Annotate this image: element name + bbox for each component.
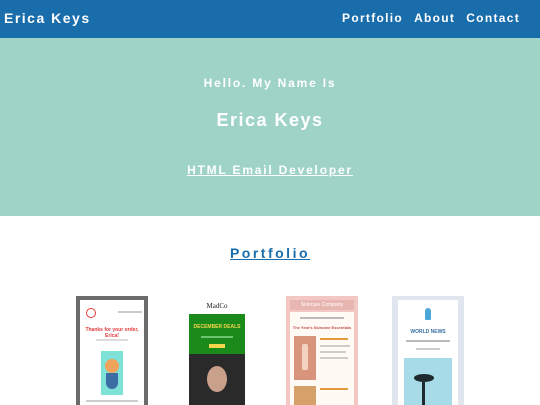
text-line (406, 340, 450, 342)
product-image (101, 351, 123, 395)
text-line (320, 345, 350, 347)
portfolio-item-deals[interactable]: MadCo DECEMBER DEALS (181, 296, 253, 405)
text-line (416, 348, 440, 350)
cta-button (209, 344, 225, 348)
palm-tree-icon (422, 378, 425, 405)
hero-greeting: Hello. My Name Is (203, 76, 337, 90)
skincare-brand: Skincare Company (300, 302, 344, 308)
pin-icon (425, 308, 431, 320)
model-photo (189, 354, 245, 405)
hero-name: Erica Keys (216, 110, 324, 130)
portfolio-item-order[interactable]: Thanks for your order, Erica! (76, 296, 148, 405)
text-line (320, 351, 346, 353)
palm-leaves (414, 374, 434, 382)
order-headline: Thanks for your order, Erica! (85, 327, 139, 339)
text-line (320, 357, 348, 359)
nav-link-contact[interactable]: Contact (466, 11, 520, 25)
text-line (320, 388, 348, 390)
hero-role-link[interactable]: HTML Email Developer (0, 163, 540, 177)
text-line (320, 338, 348, 340)
text-line (201, 336, 233, 338)
email-preview: Thanks for your order, Erica! (80, 300, 144, 405)
product-photo (294, 336, 316, 380)
top-nav: Erica Keys Portfolio About Contact (0, 0, 540, 38)
mascot-icon (105, 359, 119, 373)
text-line (300, 317, 344, 319)
product-photo (294, 386, 316, 405)
nav-link-about[interactable]: About (414, 11, 455, 25)
bottle-icon (302, 344, 308, 370)
deals-banner: DECEMBER DEALS (189, 314, 245, 354)
text-line (96, 339, 128, 341)
text-line (86, 400, 138, 402)
skincare-header: Skincare Company (290, 300, 354, 310)
portfolio-item-news[interactable]: WORLD NEWS (392, 296, 464, 405)
portfolio-title[interactable]: Portfolio (0, 245, 540, 261)
brand-logo-icon (86, 308, 96, 318)
shield-icon (106, 373, 118, 389)
site-brand[interactable]: Erica Keys (4, 10, 91, 26)
madco-logo: MadCo (206, 302, 228, 310)
nav-menu: Portfolio About Contact (342, 11, 520, 25)
header-lines (118, 311, 142, 313)
news-body: WORLD NEWS (398, 300, 458, 405)
news-photo (404, 358, 452, 405)
skincare-body: The Year's Skincare Essentials (290, 312, 354, 405)
portfolio-item-skincare[interactable]: Skincare Company The Year's Skincare Ess… (286, 296, 358, 405)
skincare-headline: The Year's Skincare Essentials (292, 325, 352, 330)
hero-section: Hello. My Name Is Erica Keys HTML Email … (0, 38, 540, 216)
face-shape (207, 366, 227, 392)
nav-link-portfolio[interactable]: Portfolio (342, 11, 403, 25)
news-headline: WORLD NEWS (410, 329, 446, 335)
deals-headline: DECEMBER DEALS (193, 324, 241, 330)
